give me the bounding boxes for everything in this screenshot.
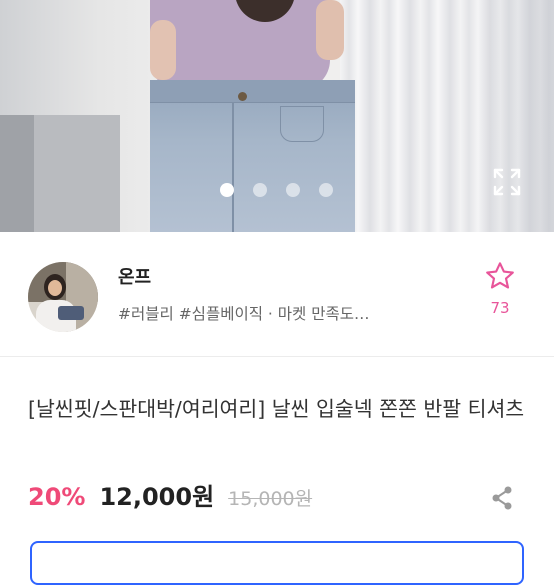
model-jeans	[150, 80, 355, 232]
favorite-button[interactable]: 73	[480, 260, 520, 317]
section-divider	[0, 356, 554, 357]
model-arm-right	[316, 0, 344, 60]
jeans-button	[238, 92, 247, 101]
model-arm-left	[150, 20, 176, 80]
original-price: 15,000원	[228, 488, 313, 510]
background-wall-shadow	[0, 115, 34, 232]
carousel-dot[interactable]	[253, 183, 267, 197]
share-button[interactable]	[488, 484, 516, 512]
seller-tags: #러블리 #심플베이직 · 마켓 만족도…	[118, 305, 370, 323]
carousel-dot[interactable]	[319, 183, 333, 197]
favorite-count: 73	[490, 299, 510, 317]
star-outline-icon	[486, 262, 514, 289]
carousel-dot[interactable]	[286, 183, 300, 197]
expand-icon	[493, 168, 521, 196]
share-icon	[492, 486, 512, 510]
jeans-pocket	[280, 106, 324, 142]
seller-name[interactable]: 온프	[118, 263, 151, 289]
product-title: [날씬핏/스판대박/여리여리] 날씬 입술넥 쫀쫀 반팔 티셔츠	[28, 397, 525, 421]
discount-rate: 20%	[28, 483, 86, 511]
sale-price: 12,000원	[99, 483, 215, 511]
product-image-carousel[interactable]	[0, 0, 554, 232]
model-shirt	[150, 0, 330, 90]
action-button[interactable]	[30, 541, 524, 585]
jeans-waistband	[150, 80, 355, 103]
jeans-fly	[232, 102, 234, 232]
expand-image-button[interactable]	[492, 167, 522, 197]
carousel-indicator	[220, 183, 333, 197]
price-row: 20% 12,000원 15,000원	[28, 477, 312, 512]
carousel-dot-active[interactable]	[220, 183, 234, 197]
seller-section[interactable]: 온프 #러블리 #심플베이직 · 마켓 만족도… 73	[0, 232, 554, 356]
background-curtain-shade	[470, 0, 554, 232]
seller-avatar[interactable]	[28, 262, 98, 332]
